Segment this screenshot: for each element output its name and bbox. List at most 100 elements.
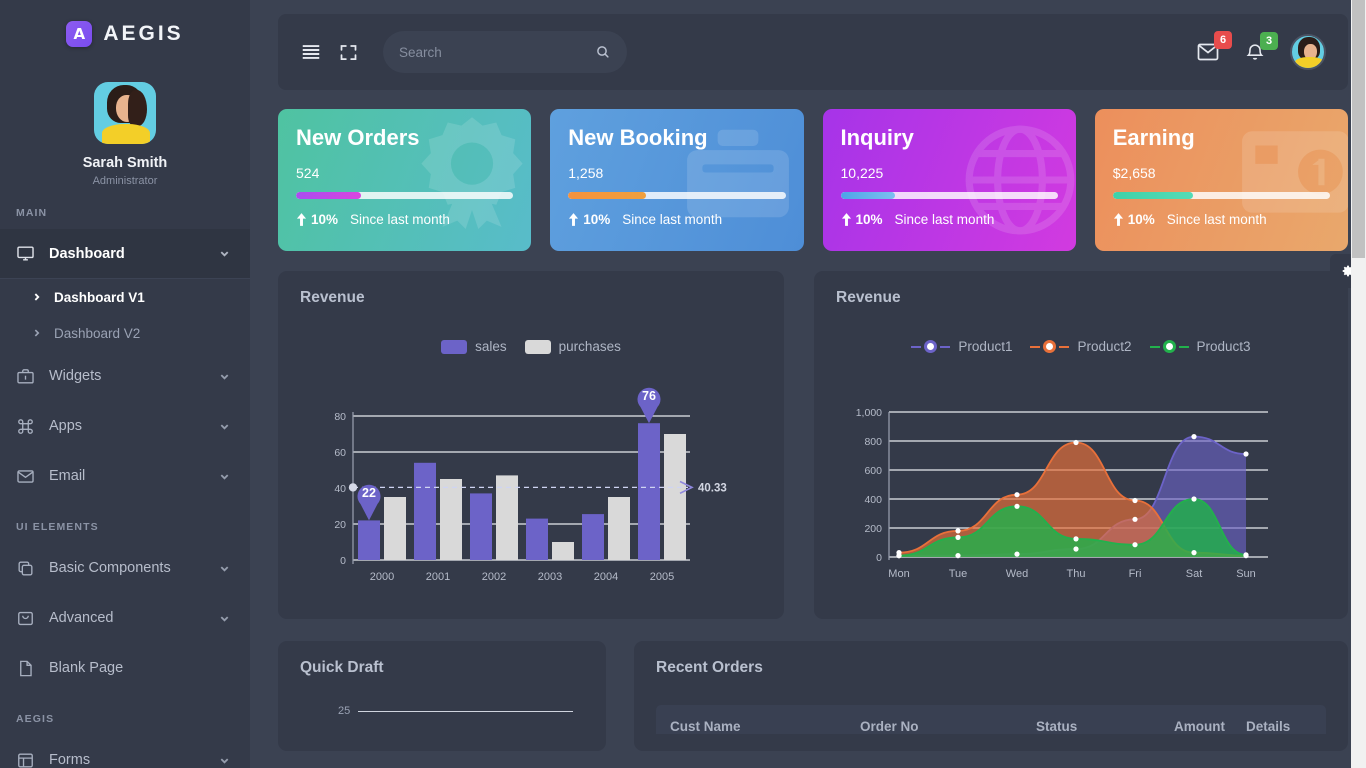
legend-item-product1[interactable]: Product1 (911, 339, 1012, 354)
search-input[interactable] (399, 44, 587, 60)
legend-item-sales[interactable]: sales (441, 339, 507, 354)
chevron-down-icon (219, 755, 230, 766)
sidebar-item-forms[interactable]: Forms (0, 735, 250, 768)
legend-dot (924, 340, 938, 353)
legend-label: sales (475, 339, 507, 354)
card-footer: 10% Since last month (1113, 212, 1330, 227)
sidebar-subitem-dashboard-v1[interactable]: Dashboard V1 (0, 279, 250, 315)
sidebar-item-basic-components[interactable]: Basic Components (0, 543, 250, 593)
card-caption: Since last month (1166, 212, 1267, 227)
recent-orders-panel: Recent Orders Cust Name Order No Status … (634, 641, 1348, 751)
column-header-order-no[interactable]: Order No (860, 719, 1036, 734)
scrollbar-thumb[interactable] (1352, 0, 1365, 258)
legend-swatch (524, 339, 551, 354)
apps-icon (16, 417, 35, 436)
svg-text:40.33: 40.33 (698, 483, 727, 495)
sidebar-item-dashboard[interactable]: Dashboard (0, 229, 250, 279)
svg-text:800: 800 (864, 436, 882, 448)
bar-chart: 80 60 40 20 0 40.33 22 76 2000 2001 2002… (300, 362, 762, 592)
fullscreen-icon[interactable] (338, 42, 359, 63)
page-scrollbar[interactable] (1351, 0, 1366, 768)
sidebar-item-email[interactable]: Email (0, 451, 250, 501)
column-header-cust-name[interactable]: Cust Name (670, 719, 860, 734)
search-box[interactable] (383, 31, 627, 73)
search-icon[interactable] (595, 44, 611, 60)
column-header-details[interactable]: Details (1246, 719, 1290, 734)
monitor-icon (16, 244, 35, 263)
main-content: 6 3 (250, 0, 1366, 768)
sidebar-item-widgets[interactable]: Widgets (0, 351, 250, 401)
chevron-down-icon (219, 421, 230, 432)
svg-text:40: 40 (334, 483, 346, 495)
stat-card-inquiry[interactable]: Inquiry 10,225 10% Since last month (822, 109, 1076, 251)
bar-chart-legend: sales purchases (300, 339, 762, 354)
legend-dot (1043, 340, 1057, 353)
card-footer: 10% Since last month (841, 212, 1058, 227)
stat-card-earning[interactable]: Earning $2,658 10% Since last month (1094, 109, 1348, 251)
nav-section-main: MAIN (16, 207, 48, 219)
card-percent: 10% (855, 212, 883, 227)
card-footer: 10% Since last month (296, 212, 513, 227)
panel-title: Revenue (836, 289, 901, 306)
svg-text:Thu: Thu (1067, 568, 1086, 580)
column-header-amount[interactable]: Amount (1174, 719, 1246, 734)
brand-logo[interactable]: A AEGIS (0, 0, 250, 68)
axis-tick-label: 25 (338, 705, 351, 717)
chart-panels: Revenue sales purchases 80 60 40 20 0 40… (278, 271, 1348, 619)
card-title: New Orders (296, 125, 420, 150)
card-trend: 10% (296, 212, 338, 227)
bell-badge: 3 (1260, 32, 1278, 50)
legend-item-purchases[interactable]: purchases (524, 339, 621, 354)
card-percent: 10% (311, 212, 339, 227)
legend-item-product3[interactable]: Product3 (1149, 339, 1251, 354)
hamburger-icon[interactable] (300, 41, 322, 63)
avatar[interactable] (1290, 34, 1326, 70)
card-percent: 10% (1127, 212, 1155, 227)
svg-text:80: 80 (334, 411, 346, 423)
bar-annotation-pin: 76 (637, 387, 661, 424)
column-header-status[interactable]: Status (1036, 719, 1174, 734)
svg-text:2002: 2002 (482, 571, 506, 583)
avatar[interactable] (94, 82, 156, 144)
sidebar-item-label: Apps (49, 418, 83, 434)
svg-text:Tue: Tue (949, 568, 968, 580)
mail-button[interactable]: 6 (1196, 31, 1232, 64)
sidebar-item-label: Email (49, 468, 86, 484)
notifications-button[interactable]: 3 (1244, 32, 1278, 63)
bag-icon (16, 609, 35, 628)
form-icon (16, 751, 35, 768)
briefcase-icon (16, 367, 35, 386)
sidebar-item-advanced[interactable]: Advanced (0, 593, 250, 643)
legend-item-product2[interactable]: Product2 (1030, 339, 1132, 354)
profile-role: Administrator (92, 175, 158, 187)
card-caption: Since last month (622, 212, 723, 227)
envelope-icon (16, 467, 35, 486)
sidebar: A AEGIS Sarah Smith Administrator MAIN D… (0, 0, 250, 768)
stat-card-new-orders[interactable]: New Orders 524 10% Since last month (278, 109, 532, 251)
profile-block: Sarah Smith Administrator (0, 68, 250, 187)
quick-draft-panel: Quick Draft 25 (278, 641, 606, 751)
sidebar-item-label: Advanced (49, 610, 114, 626)
stat-card-new-booking[interactable]: New Booking 1,258 10% Since last month (550, 109, 804, 251)
sidebar-item-apps[interactable]: Apps (0, 401, 250, 451)
panel-title: Revenue (300, 289, 365, 306)
card-value: 1,258 (568, 165, 604, 181)
legend-label: purchases (558, 339, 621, 354)
bar-annotation-pin: 22 (357, 484, 381, 521)
svg-text:20: 20 (334, 519, 346, 531)
brand-name: AEGIS (103, 22, 184, 45)
progress-bar (1112, 192, 1330, 199)
svg-text:Wed: Wed (1006, 568, 1028, 580)
sidebar-item-blank-page[interactable]: Blank Page (0, 643, 250, 693)
sidebar-item-label: Basic Components (49, 560, 171, 576)
chevron-right-icon (32, 328, 42, 338)
file-icon (16, 659, 35, 678)
sidebar-subitem-dashboard-v2[interactable]: Dashboard V2 (0, 315, 250, 351)
progress-bar (568, 192, 786, 199)
svg-text:Fri: Fri (1129, 568, 1142, 580)
bottom-panels: Quick Draft 25 Recent Orders Cust Name O… (278, 641, 1348, 751)
svg-text:Mon: Mon (888, 568, 909, 580)
svg-text:400: 400 (864, 494, 882, 506)
card-value: $2,658 (1112, 165, 1156, 181)
chevron-down-icon (219, 248, 230, 259)
